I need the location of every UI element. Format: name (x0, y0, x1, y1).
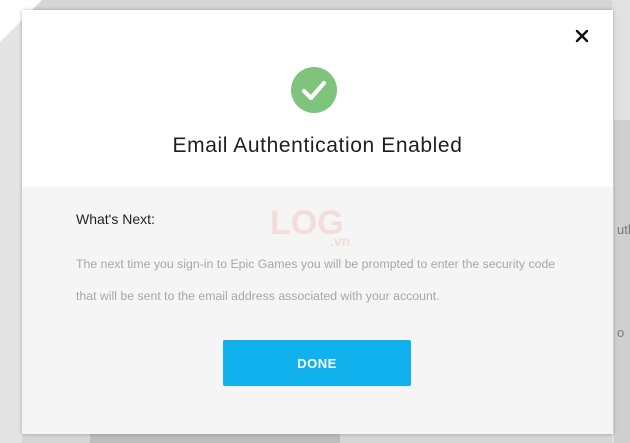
background-left-strip (0, 0, 22, 443)
email-auth-modal: Email Authentication Enabled LOG .vn Wha… (22, 10, 613, 434)
svg-text:.vn: .vn (330, 233, 350, 249)
modal-title: Email Authentication Enabled (172, 134, 463, 157)
whats-next-heading: What's Next: (76, 211, 155, 227)
background-text-fragment: uth (617, 222, 630, 237)
close-button[interactable] (570, 24, 594, 48)
next-steps-description: The next time you sign-in to Epic Games … (76, 257, 556, 303)
success-badge (291, 67, 337, 113)
checkmark-icon (301, 80, 327, 101)
done-button[interactable]: DONE (223, 340, 411, 386)
background-text-fragment: o (617, 325, 625, 340)
watermark-logo: LOG .vn (270, 204, 350, 249)
close-icon (575, 29, 589, 43)
background-right-panel (614, 120, 630, 443)
